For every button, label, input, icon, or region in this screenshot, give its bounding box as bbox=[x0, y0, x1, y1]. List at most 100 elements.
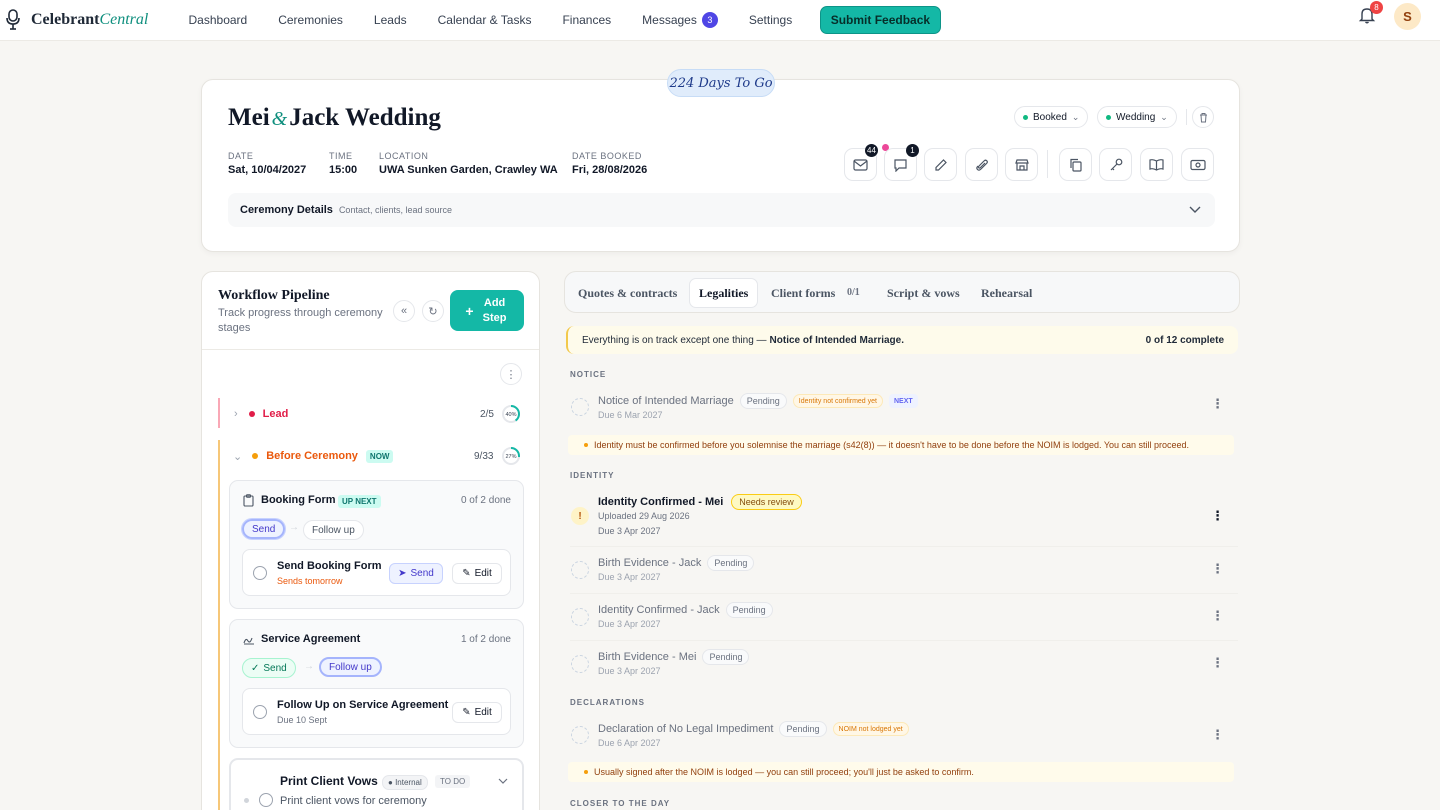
more-options-icon[interactable]: ⋮ bbox=[1211, 656, 1224, 669]
item-title-line: Declaration of No Legal Impediment Pendin… bbox=[598, 721, 909, 737]
item-title-line: Identity Confirmed - Jack Pending bbox=[598, 602, 773, 618]
noim-note-text: Identity must be confirmed before you so… bbox=[594, 440, 1190, 450]
ceremony-tabs: Quotes & contracts Legalities Client for… bbox=[564, 271, 1240, 313]
item-title: Identity Confirmed - Mei bbox=[598, 495, 724, 508]
task-checkbox[interactable] bbox=[253, 566, 267, 580]
booked-label: DATE BOOKED bbox=[572, 151, 642, 161]
pencil-icon: ✎ bbox=[462, 568, 471, 579]
nav-leads[interactable]: Leads bbox=[358, 0, 422, 41]
edit-button[interactable]: ✎ Edit bbox=[452, 702, 502, 723]
task-title: Print client vows for ceremony bbox=[280, 795, 427, 807]
edit-icon[interactable] bbox=[924, 148, 957, 181]
edit-button-label: Edit bbox=[474, 568, 492, 579]
tab-client-forms[interactable]: Client forms bbox=[771, 286, 835, 301]
more-options-icon[interactable]: ⋮ bbox=[1211, 609, 1224, 622]
date-value: Sat, 10/04/2027 bbox=[228, 164, 307, 176]
trash-icon[interactable] bbox=[1192, 106, 1214, 128]
nav-ceremonies[interactable]: Ceremonies bbox=[263, 0, 359, 41]
brand-logo[interactable]: CelebrantCentral bbox=[3, 9, 173, 31]
money-icon[interactable] bbox=[1181, 148, 1214, 181]
status-circle[interactable] bbox=[571, 398, 589, 416]
item-due: Due 3 Apr 2027 bbox=[598, 572, 661, 582]
legal-item-birth-jack[interactable]: Birth Evidence - Jack Pending Due 3 Apr 2… bbox=[570, 554, 1238, 588]
more-options-icon[interactable]: ⋮ bbox=[500, 363, 522, 385]
title-partner-b: Jack Wedding bbox=[289, 104, 441, 131]
more-options-icon[interactable]: ⋮ bbox=[1211, 397, 1224, 410]
status-dot bbox=[1023, 114, 1028, 120]
status-pending: Pending bbox=[707, 555, 755, 571]
legal-item-noim[interactable]: Notice of Intended Marriage Pending Identi… bbox=[570, 390, 1238, 424]
edit-button[interactable]: ✎ Edit bbox=[452, 563, 502, 584]
more-options-icon[interactable]: ⋮ bbox=[1211, 509, 1224, 522]
add-step-button[interactable]: + Add Step bbox=[450, 290, 524, 331]
title-partner-a: Mei bbox=[228, 104, 270, 131]
nav-settings[interactable]: Settings bbox=[733, 0, 807, 41]
key-icon[interactable] bbox=[1099, 148, 1132, 181]
task-card: Follow Up on Service Agreement Due 10 Se… bbox=[242, 688, 511, 735]
internal-badge-label: Internal bbox=[395, 778, 422, 787]
legal-item-declaration[interactable]: Declaration of No Legal Impediment Pendin… bbox=[570, 719, 1238, 753]
before-stage-bar bbox=[218, 440, 220, 810]
status-circle[interactable] bbox=[571, 726, 589, 744]
location-meta: LOCATION UWA Sunken Garden, Crawley WA bbox=[379, 151, 558, 176]
follow-up-tag[interactable]: Follow up bbox=[303, 520, 364, 540]
follow-up-tag[interactable]: Follow up bbox=[319, 657, 382, 677]
chevron-down-icon[interactable] bbox=[498, 774, 508, 788]
stage-lead[interactable]: › Lead 2/5 bbox=[218, 399, 524, 429]
more-options-icon[interactable]: ⋮ bbox=[1211, 562, 1224, 575]
chevron-down-icon: ⌄ bbox=[233, 450, 243, 463]
user-avatar[interactable]: S bbox=[1394, 3, 1421, 30]
item-due: Due 3 Apr 2027 bbox=[598, 619, 661, 629]
tab-rehearsal[interactable]: Rehearsal bbox=[981, 286, 1032, 301]
stage-before-ceremony[interactable]: ⌄ Before Ceremony NOW 9/33 bbox=[218, 441, 524, 471]
step-title: Print Client Vows bbox=[280, 774, 378, 788]
ceremony-details-sub: Contact, clients, lead source bbox=[338, 205, 452, 215]
send-tag[interactable]: Send bbox=[240, 518, 287, 540]
copy-check-icon[interactable] bbox=[1059, 148, 1092, 181]
booked-value: Fri, 28/08/2026 bbox=[572, 164, 648, 176]
send-icon: ➤ bbox=[398, 568, 407, 579]
legal-item-birth-mei[interactable]: Birth Evidence - Mei Pending Due 3 Apr 20… bbox=[570, 648, 1238, 682]
item-title: Notice of Intended Marriage bbox=[598, 394, 734, 407]
collapse-all-icon[interactable]: « bbox=[393, 300, 415, 322]
legal-item-identity-mei[interactable]: ! Identity Confirmed - Mei Needs review U… bbox=[570, 492, 1238, 540]
warning-icon: ! bbox=[571, 507, 589, 525]
warning-dot bbox=[584, 443, 588, 447]
task-checkbox[interactable] bbox=[259, 793, 273, 807]
status-select[interactable]: Booked ⌄ bbox=[1014, 106, 1089, 128]
type-select[interactable]: Wedding ⌄ bbox=[1097, 106, 1177, 128]
tab-script-vows[interactable]: Script & vows bbox=[887, 286, 960, 301]
refresh-icon[interactable]: ↻ bbox=[422, 300, 444, 322]
attachment-icon[interactable] bbox=[965, 148, 998, 181]
brand-accent: Central bbox=[99, 11, 149, 28]
status-circle[interactable] bbox=[571, 608, 589, 626]
workflow-subtitle: Track progress through ceremony stages bbox=[218, 307, 383, 334]
arrow-right-icon: → bbox=[289, 522, 299, 533]
nav-finances[interactable]: Finances bbox=[547, 0, 627, 41]
step-title: Service Agreement bbox=[261, 633, 361, 645]
status-circle[interactable] bbox=[571, 561, 589, 579]
tab-legalities[interactable]: Legalities bbox=[699, 286, 748, 301]
tab-quotes-contracts[interactable]: Quotes & contracts bbox=[578, 286, 677, 301]
top-nav: CelebrantCentral Dashboard Ceremonies Le… bbox=[0, 0, 1440, 41]
now-badge: NOW bbox=[365, 449, 394, 463]
ceremony-details-label: Ceremony Details bbox=[240, 204, 333, 216]
item-title-line: Notice of Intended Marriage Pending Identi… bbox=[598, 393, 918, 409]
send-button[interactable]: ➤ Send bbox=[389, 563, 443, 584]
divider bbox=[1047, 150, 1048, 178]
more-options-icon[interactable]: ⋮ bbox=[1211, 728, 1224, 741]
legal-item-identity-jack[interactable]: Identity Confirmed - Jack Pending Due 3 A… bbox=[570, 601, 1238, 635]
plus-icon: + bbox=[465, 302, 474, 319]
send-tag-done[interactable]: ✓ Send bbox=[242, 658, 296, 678]
messages-badge: 3 bbox=[701, 12, 718, 28]
step-done-count: 0 of 2 done bbox=[460, 495, 511, 506]
nav-dashboard[interactable]: Dashboard bbox=[173, 0, 263, 41]
store-icon[interactable] bbox=[1005, 148, 1038, 181]
task-checkbox[interactable] bbox=[253, 705, 267, 719]
book-icon[interactable] bbox=[1140, 148, 1173, 181]
submit-feedback-button[interactable]: Submit Feedback bbox=[819, 6, 942, 34]
status-circle[interactable] bbox=[571, 655, 589, 673]
nav-messages[interactable]: Messages 3 bbox=[627, 0, 734, 41]
ceremony-details-toggle[interactable]: Ceremony Details Contact, clients, lead … bbox=[228, 193, 1215, 227]
nav-calendar-tasks[interactable]: Calendar & Tasks bbox=[422, 0, 547, 41]
